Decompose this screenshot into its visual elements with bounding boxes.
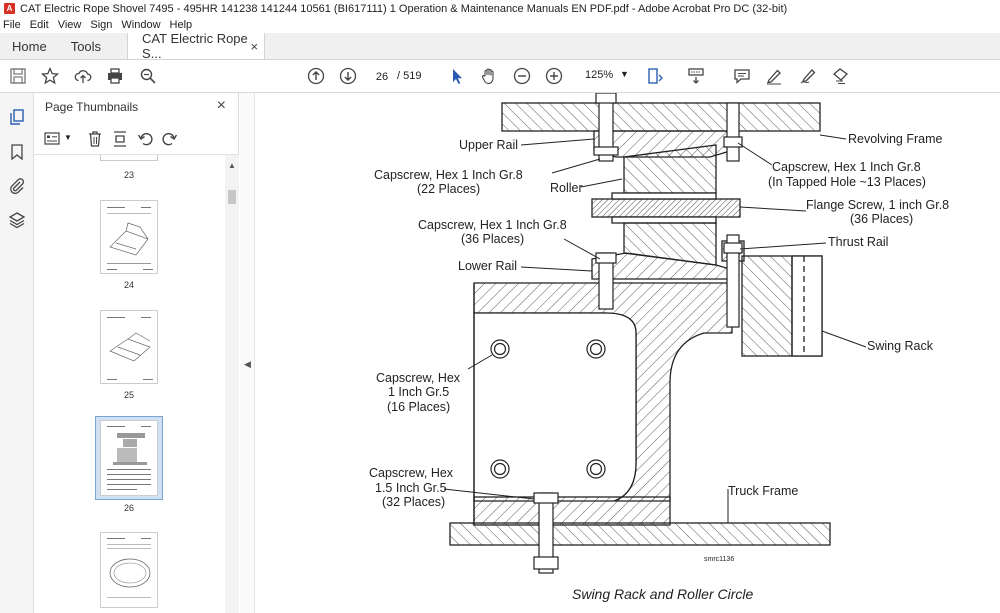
- scroll-up-icon[interactable]: ▲: [228, 161, 236, 170]
- thumbnail-options-icon[interactable]: [44, 131, 62, 147]
- tab-home[interactable]: Home: [0, 33, 59, 59]
- collapse-left-icon[interactable]: ◀: [244, 359, 251, 370]
- figure-caption: Swing Rack and Roller Circle: [572, 586, 754, 602]
- upload-cloud-icon[interactable]: [72, 66, 94, 86]
- menu-help[interactable]: Help: [170, 19, 193, 31]
- document-view[interactable]: Upper Rail Revolving Frame Capscrew, Hex…: [256, 93, 1000, 613]
- menu-file[interactable]: File: [3, 19, 21, 31]
- thumbnail-list: 23 24 25 26: [34, 155, 239, 613]
- tab-bar: Home Tools CAT Electric Rope S... ×: [0, 31, 1000, 61]
- label-capscrew-36-line1: Capscrew, Hex 1 Inch Gr.8: [418, 218, 567, 232]
- thumbnail-label: 24: [123, 280, 134, 290]
- left-navigation-rail: [0, 93, 34, 613]
- thumbnail-toolbar: ▼: [34, 123, 239, 155]
- zoom-dropdown-chevron-icon[interactable]: ▼: [620, 69, 629, 79]
- label-capscrew-22-line2: (22 Places): [417, 182, 481, 196]
- thumbnail-label: 25: [123, 390, 134, 400]
- rotate-left-icon[interactable]: [137, 130, 154, 148]
- zoom-in-icon[interactable]: [543, 66, 565, 86]
- hand-tool-icon[interactable]: [478, 66, 500, 86]
- highlight-pen-icon[interactable]: [763, 66, 785, 86]
- thumbnail-scrollbar[interactable]: ▲: [225, 155, 239, 613]
- tab-document[interactable]: CAT Electric Rope S... ×: [127, 31, 266, 61]
- window-title-bar: A CAT Electric Rope Shovel 7495 - 495HR …: [0, 0, 1000, 17]
- label-thrust-rail: Thrust Rail: [828, 235, 889, 249]
- fill-and-sign-icon[interactable]: [829, 66, 851, 86]
- tab-tools[interactable]: Tools: [59, 33, 113, 59]
- page-number-input[interactable]: 26: [371, 68, 393, 86]
- label-flange-screw-line2: (36 Places): [850, 212, 914, 226]
- select-cursor-icon[interactable]: [446, 66, 468, 86]
- menu-window[interactable]: Window: [121, 19, 160, 31]
- page-thumbnails-icon[interactable]: [8, 108, 26, 126]
- thumbnail-label: 23: [123, 170, 134, 180]
- scrollbar-thumb[interactable]: [228, 190, 236, 204]
- label-flange-screw-line1: Flange Screw, 1 inch Gr.8: [806, 198, 950, 212]
- next-page-icon[interactable]: [337, 66, 359, 86]
- draw-sign-icon[interactable]: [797, 66, 819, 86]
- label-truck-frame: Truck Frame: [728, 484, 799, 498]
- figure-reference-id: smrc1136: [704, 556, 735, 563]
- label-capscrew-16-line3: (16 Places): [387, 400, 451, 414]
- thumbnail-page-26[interactable]: [100, 420, 158, 496]
- rotate-right-icon[interactable]: [161, 130, 178, 148]
- toolbar: 26 / 519 125% ▼: [0, 60, 1000, 93]
- label-capscrew-32-line2: 1.5 Inch Gr.5: [375, 481, 447, 495]
- attachments-icon[interactable]: [8, 177, 26, 195]
- label-capscrew-36-line2: (36 Places): [461, 232, 525, 246]
- label-capscrew-16-line1: Capscrew, Hex: [376, 371, 461, 385]
- page-total: / 519: [397, 70, 422, 82]
- label-capscrew-32-line3: (32 Places): [382, 495, 446, 509]
- panel-close-icon[interactable]: ×: [217, 97, 226, 115]
- insert-page-icon[interactable]: [112, 130, 128, 148]
- comment-icon[interactable]: [731, 66, 753, 86]
- label-capscrew-22-line1: Capscrew, Hex 1 Inch Gr.8: [374, 168, 523, 182]
- panel-title: Page Thumbnails: [45, 100, 139, 114]
- label-capscrew-13-line1: Capscrew, Hex 1 Inch Gr.8: [772, 160, 921, 174]
- label-revolving-frame: Revolving Frame: [848, 132, 943, 146]
- previous-page-icon[interactable]: [305, 66, 327, 86]
- tab-close-icon[interactable]: ×: [250, 39, 258, 54]
- label-capscrew-13-line2: (In Tapped Hole ~13 Places): [768, 175, 926, 189]
- star-bookmark-icon[interactable]: [39, 66, 61, 86]
- scroll-mode-icon[interactable]: [685, 66, 707, 86]
- zoom-search-icon[interactable]: [137, 66, 159, 86]
- label-capscrew-32-line1: Capscrew, Hex: [369, 466, 454, 480]
- thumbnail-page-23[interactable]: [100, 155, 158, 161]
- bookmarks-icon[interactable]: [8, 143, 26, 161]
- label-lower-rail: Lower Rail: [458, 259, 518, 273]
- menu-sign[interactable]: Sign: [90, 19, 112, 31]
- acrobat-app-icon: A: [4, 3, 15, 14]
- thumbnail-page-27[interactable]: [100, 532, 158, 608]
- options-chevron-down-icon[interactable]: ▼: [64, 133, 72, 142]
- window-title: CAT Electric Rope Shovel 7495 - 495HR 14…: [20, 2, 788, 15]
- label-capscrew-16-line2: 1 Inch Gr.5: [388, 385, 450, 399]
- fit-page-icon[interactable]: [645, 66, 667, 86]
- thumbnail-page-25[interactable]: [100, 310, 158, 384]
- menu-edit[interactable]: Edit: [30, 19, 49, 31]
- label-upper-rail: Upper Rail: [459, 138, 519, 152]
- print-icon[interactable]: [104, 66, 126, 86]
- zoom-out-icon[interactable]: [511, 66, 533, 86]
- save-icon[interactable]: [7, 66, 29, 86]
- tab-document-label: CAT Electric Rope S...: [142, 31, 248, 61]
- thumbnail-page-24[interactable]: [100, 200, 158, 274]
- panel-collapse-handle[interactable]: ◀: [240, 93, 255, 613]
- menu-view[interactable]: View: [58, 19, 82, 31]
- label-roller: Roller: [550, 181, 583, 195]
- label-swing-rack: Swing Rack: [867, 339, 933, 353]
- layers-icon[interactable]: [8, 211, 26, 229]
- zoom-level-select[interactable]: 125%: [585, 69, 613, 81]
- page-thumbnails-panel: Page Thumbnails × ▼ 23 24 25 26 ▲: [34, 93, 239, 613]
- delete-page-icon[interactable]: [87, 130, 103, 148]
- thumbnail-label: 26: [123, 503, 134, 513]
